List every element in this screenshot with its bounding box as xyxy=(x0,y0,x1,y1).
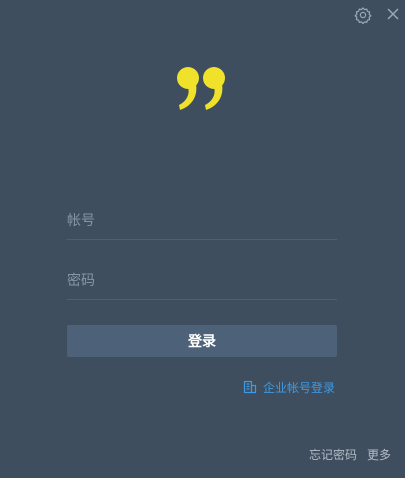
enterprise-login-link[interactable]: 企业帐号登录 xyxy=(243,378,335,396)
gear-icon[interactable] xyxy=(352,4,374,26)
close-icon[interactable] xyxy=(383,4,403,24)
password-input[interactable] xyxy=(67,263,337,299)
username-input[interactable] xyxy=(67,203,337,239)
username-field[interactable] xyxy=(67,203,337,240)
building-icon xyxy=(243,380,257,394)
more-link[interactable]: 更多 xyxy=(367,446,391,463)
forgot-password-link[interactable]: 忘记密码 xyxy=(309,446,357,463)
login-button[interactable]: 登录 xyxy=(67,325,337,357)
enterprise-login-label: 企业帐号登录 xyxy=(263,380,336,395)
password-field[interactable] xyxy=(67,263,337,300)
quote-logo xyxy=(174,62,232,112)
